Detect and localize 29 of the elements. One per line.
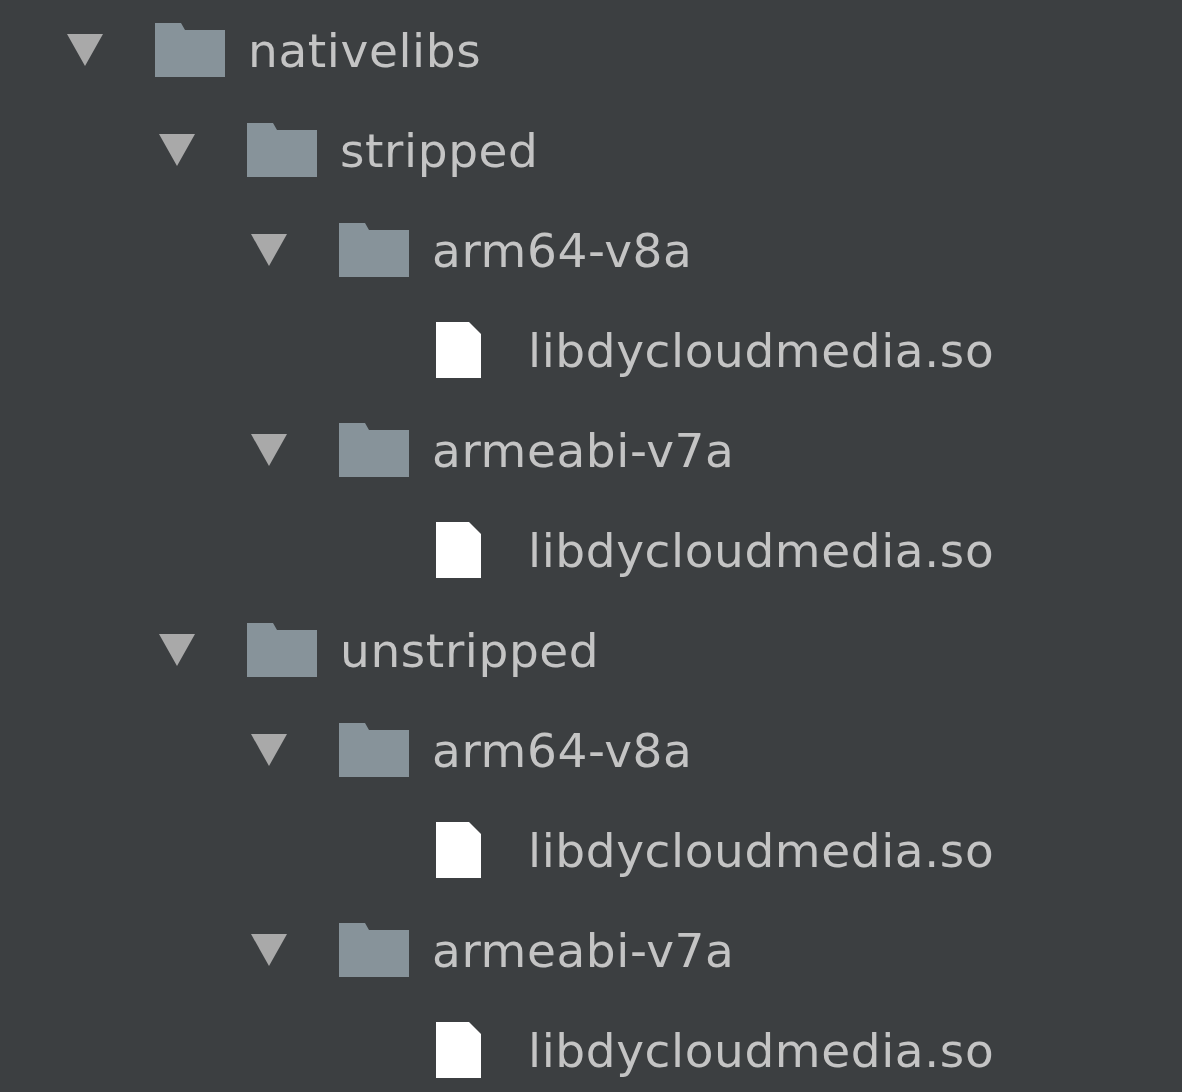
folder-icon (339, 223, 409, 277)
file-name: libdycloudmedia.so (528, 522, 995, 578)
folder-name: stripped (340, 122, 539, 178)
file-name: libdycloudmedia.so (528, 1022, 995, 1078)
expanded-arrow-icon[interactable] (249, 932, 289, 968)
folder-name: arm64-v8a (432, 722, 693, 778)
file-icon (436, 322, 481, 378)
expanded-arrow-icon[interactable] (157, 132, 197, 168)
folder-icon (339, 423, 409, 477)
folder-name: armeabi-v7a (432, 422, 735, 478)
expanded-arrow-icon[interactable] (249, 232, 289, 268)
expanded-arrow-icon[interactable] (157, 632, 197, 668)
expanded-arrow-icon[interactable] (249, 432, 289, 468)
expanded-arrow-icon[interactable] (65, 32, 105, 68)
file-icon (436, 522, 481, 578)
folder-name: nativelibs (248, 22, 482, 78)
file-icon (436, 1022, 481, 1078)
folder-icon (339, 923, 409, 977)
file-name: libdycloudmedia.so (528, 822, 995, 878)
folder-icon (247, 623, 317, 677)
folder-icon (155, 23, 225, 77)
folder-name: arm64-v8a (432, 222, 693, 278)
folder-name: armeabi-v7a (432, 922, 735, 978)
folder-name: unstripped (340, 622, 600, 678)
folder-icon (247, 123, 317, 177)
file-icon (436, 822, 481, 878)
file-name: libdycloudmedia.so (528, 322, 995, 378)
expanded-arrow-icon[interactable] (249, 732, 289, 768)
folder-icon (339, 723, 409, 777)
